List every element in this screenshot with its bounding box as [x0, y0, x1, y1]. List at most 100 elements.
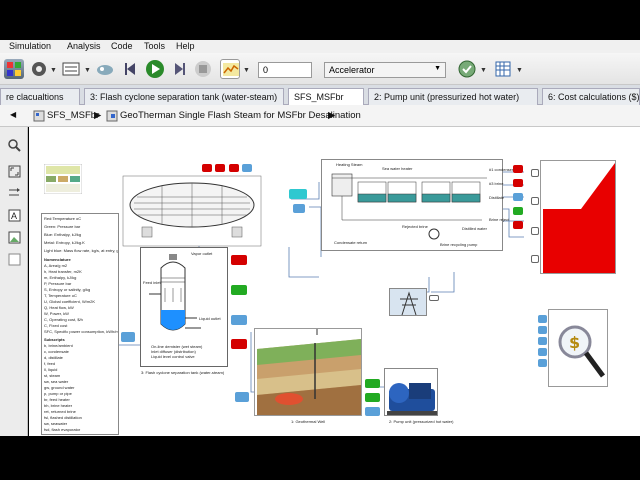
stop-icon[interactable]	[193, 59, 213, 79]
run-icon[interactable]	[145, 59, 165, 79]
menu-code[interactable]: Code	[111, 41, 133, 51]
tab-cost-calculations[interactable]: 6: Cost calculations ($)	[542, 88, 640, 105]
grid-port[interactable]	[429, 295, 439, 301]
subscript-item: st, steam	[44, 373, 61, 378]
gauge-input-port[interactable]	[531, 197, 539, 205]
flash-tank-diagram	[149, 254, 201, 331]
tab-cost-calc-partial[interactable]: re clacualtions	[0, 88, 80, 105]
subscript-item: ret, returned brine	[44, 409, 76, 414]
gauge-input-port[interactable]	[531, 227, 539, 235]
power-grid-block[interactable]	[389, 288, 427, 316]
chevron-down-icon[interactable]: ▼	[516, 67, 523, 74]
tab-flash-cyclone[interactable]: 3: Flash cyclone separation tank (water-…	[84, 88, 284, 105]
menu-tools[interactable]: Tools	[144, 41, 165, 51]
geothermal-well-block[interactable]	[254, 328, 362, 416]
cost-input-port[interactable]	[538, 315, 547, 323]
model-icon	[33, 110, 45, 122]
flash-tank-caption: 3: Flash cyclone separation tank (water-…	[141, 370, 225, 375]
menu-simulation[interactable]: Simulation	[9, 41, 51, 51]
chevron-down-icon[interactable]: ▼	[480, 67, 487, 74]
gauge-input-port[interactable]	[531, 169, 539, 177]
breadcrumb-expand-icon[interactable]: ▶	[328, 110, 335, 121]
chevron-down-icon[interactable]: ▼	[84, 67, 91, 74]
gauge-display-block[interactable]	[540, 160, 616, 274]
gauge-input-port[interactable]	[531, 255, 539, 263]
well-input[interactable]	[235, 392, 249, 402]
debug-model-icon[interactable]	[95, 59, 115, 79]
subscript-item: fsd, flash evaporator	[44, 427, 81, 432]
msf-output[interactable]	[513, 221, 523, 229]
scope-icon[interactable]	[220, 59, 240, 79]
flash-tank-output[interactable]	[231, 285, 247, 295]
pump-unit-block[interactable]	[384, 368, 438, 416]
svg-text:$: $	[569, 333, 580, 352]
thumbnail-image[interactable]	[44, 164, 82, 194]
condenser-heat-exchanger[interactable]	[122, 175, 262, 247]
heating-steam-label: Heating Steam	[336, 162, 363, 167]
menu-analysis[interactable]: Analysis	[67, 41, 101, 51]
model-canvas[interactable]: Red:Temperature oC Green: Pressure bar B…	[29, 127, 640, 436]
legend-header-line: Metal: Entropy, kJ/kg.K	[44, 240, 85, 245]
hx-port[interactable]	[229, 164, 239, 172]
top-letterbox	[0, 0, 640, 40]
chevron-down-icon: ▼	[434, 65, 441, 72]
area-icon[interactable]	[8, 253, 21, 266]
library-browser-icon[interactable]	[4, 59, 24, 79]
legend-header: Red:Temperature oC Green: Pressure bar B…	[44, 216, 119, 253]
hx-port[interactable]	[202, 164, 212, 172]
simulation-stop-time-input[interactable]: 0	[258, 62, 312, 78]
grid-view-icon[interactable]	[493, 59, 513, 79]
settings-gear-icon[interactable]	[29, 59, 49, 79]
arrow-route-icon[interactable]	[8, 186, 21, 199]
legend-header-line: Light blue: Mass flow rate, kg/s, at ent…	[44, 248, 119, 253]
chevron-down-icon[interactable]: ▼	[243, 67, 250, 74]
cost-input-port[interactable]	[538, 359, 547, 367]
nomenclature-item: Q, Heat flow, kW	[44, 305, 74, 310]
breadcrumb-separator-icon: ▶	[94, 110, 102, 121]
pump-port[interactable]	[365, 393, 380, 402]
pump-port[interactable]	[365, 379, 380, 388]
breadcrumb-model[interactable]: GeoTherman Single Flash Steam for MSFbr …	[120, 110, 361, 121]
msf-input[interactable]	[293, 204, 305, 213]
msf-output[interactable]	[513, 165, 523, 173]
pump-port[interactable]	[365, 407, 380, 416]
side-port-label: #3 brine	[489, 181, 504, 186]
annotation-icon[interactable]: A	[8, 209, 21, 222]
hx-port[interactable]	[242, 164, 252, 172]
brine-pump-label: Brine recycling pump	[440, 242, 478, 247]
simulation-mode-select[interactable]: Accelerator ▼	[324, 62, 446, 78]
msf-output[interactable]	[513, 179, 523, 187]
msf-desalination-block[interactable]: Heating Steam Sea water heater Condensat…	[321, 159, 503, 251]
msf-output[interactable]	[513, 207, 523, 215]
menu-help[interactable]: Help	[176, 41, 195, 51]
hx-port[interactable]	[215, 164, 225, 172]
chevron-down-icon[interactable]: ▼	[50, 67, 57, 74]
tab-pump-unit[interactable]: 2: Pump unit (pressurized hot water)	[368, 88, 538, 105]
flash-tank-output[interactable]	[231, 339, 247, 349]
dollar-magnifier-icon: $	[558, 325, 606, 378]
cost-calculation-block[interactable]: $	[548, 309, 608, 387]
msf-input[interactable]	[289, 189, 307, 199]
cost-input-port[interactable]	[538, 337, 547, 345]
zoom-icon[interactable]	[8, 139, 21, 152]
step-forward-icon[interactable]	[169, 59, 189, 79]
fit-to-view-icon[interactable]	[8, 165, 21, 178]
flash-tank-input[interactable]	[121, 332, 135, 342]
nomenclature-list: A, Area/g m2 h, Heat transfer, m2K m, Enth…	[44, 263, 118, 334]
menu-bar: Simulation Analysis Code Tools Help	[0, 40, 640, 53]
flash-tank-block[interactable]: Vapor outlet Feed inlet Liquid outlet On…	[140, 247, 228, 367]
step-back-icon[interactable]	[121, 59, 141, 79]
hide-explorer-icon[interactable]: ◀	[10, 110, 16, 119]
geothermal-well-caption: 1: Geothermal Well	[291, 419, 326, 424]
tab-sfs-msfbr[interactable]: SFS_MSFbr	[288, 88, 364, 105]
flash-tank-output[interactable]	[231, 315, 247, 325]
image-icon[interactable]	[8, 231, 21, 244]
model-explorer-icon[interactable]	[61, 59, 81, 79]
flash-tank-output[interactable]	[231, 255, 247, 265]
legend-header-line: Red:Temperature oC	[44, 216, 82, 221]
model-advisor-icon[interactable]	[457, 59, 477, 79]
cost-input-port[interactable]	[538, 326, 547, 334]
breadcrumb-root[interactable]: SFS_MSFbr	[47, 110, 99, 121]
cost-input-port[interactable]	[538, 348, 547, 356]
msf-output[interactable]	[513, 193, 523, 201]
